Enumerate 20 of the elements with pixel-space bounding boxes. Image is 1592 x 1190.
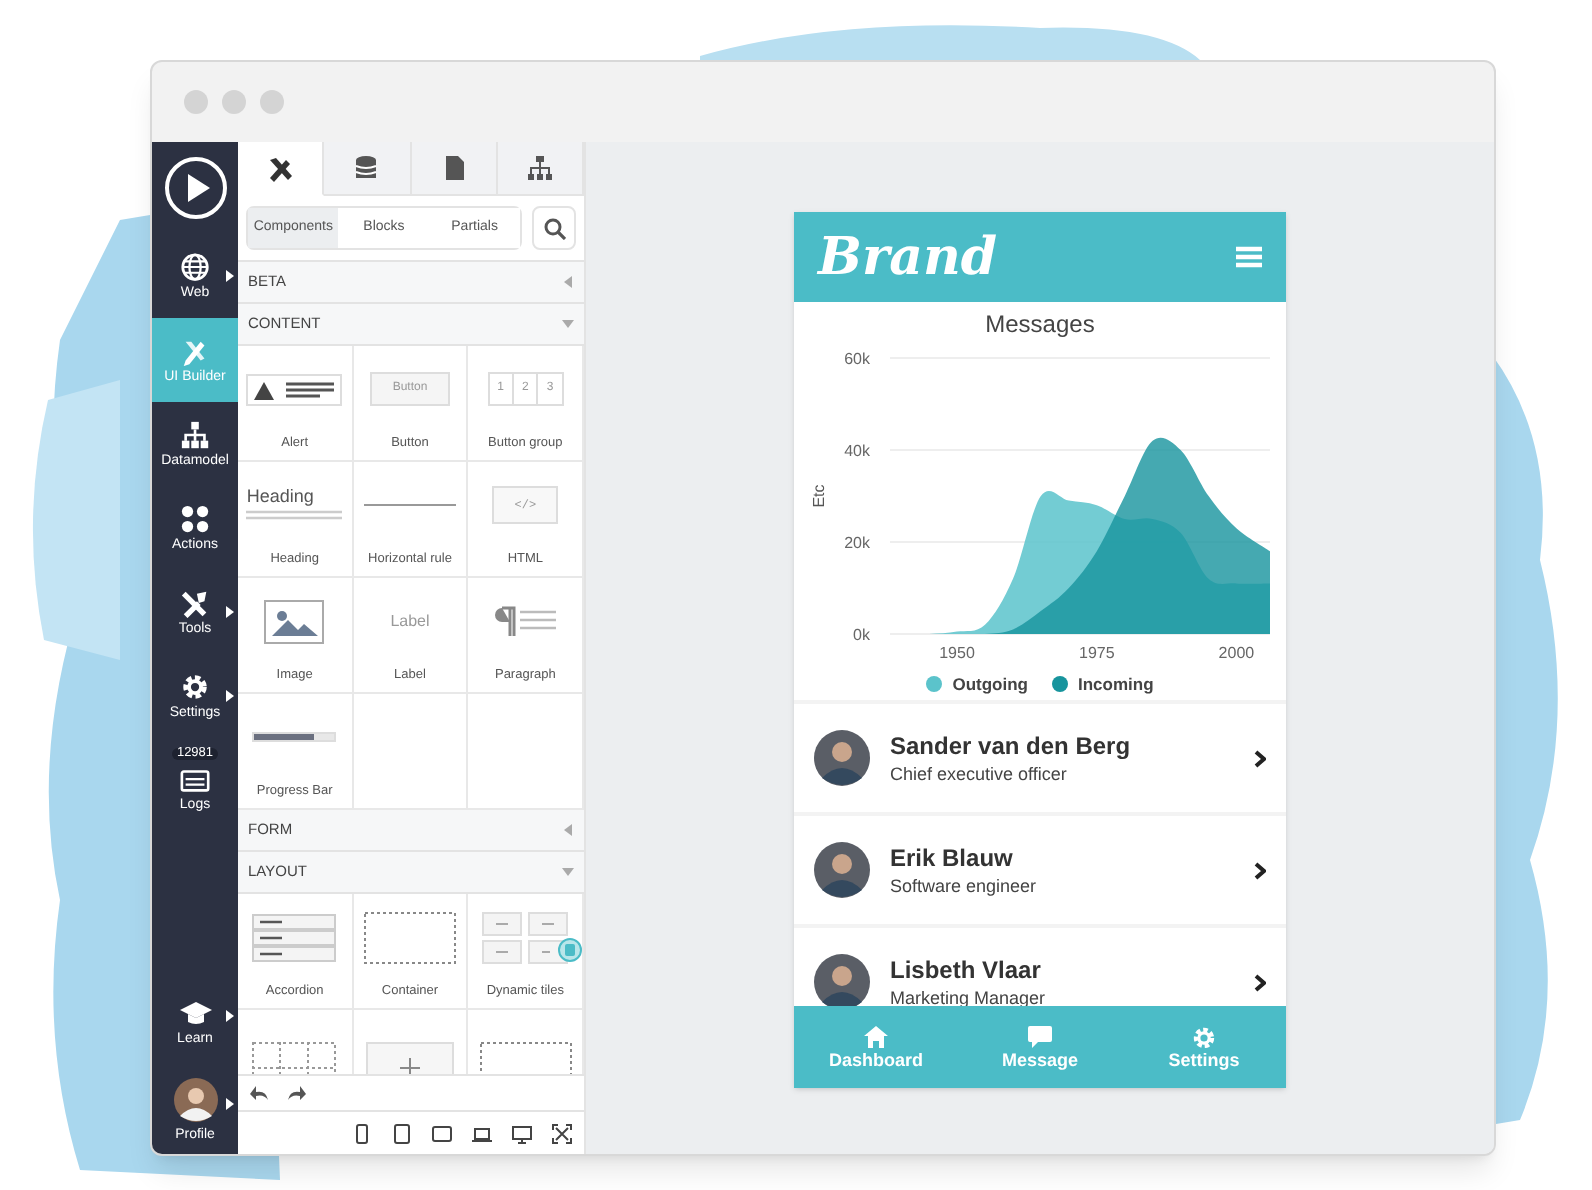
contact-name: Lisbeth Vlaar — [890, 955, 1043, 985]
contact-name: Erik Blauw — [890, 843, 1015, 873]
contact-role: Marketing Manager — [890, 985, 1048, 1006]
contact-role: Chief executive officer — [890, 761, 1069, 785]
legend-label: Incoming — [1077, 671, 1154, 697]
axis-tick-label: 60k — [844, 350, 870, 368]
axis-tick-label: 1950 — [939, 644, 975, 662]
heading-preview: Heading — [246, 487, 314, 506]
axis-tick-label: 20k — [844, 534, 870, 552]
legend-label: Outgoing — [952, 671, 1028, 697]
brand-logo: Brand — [818, 231, 998, 283]
contact-role: Software engineer — [890, 873, 1039, 897]
axis-tick-label: 2000 — [1218, 644, 1255, 662]
axis-tick-label: 1975 — [1079, 644, 1115, 662]
contact-name: Sander van den Berg — [890, 731, 1133, 761]
chart-title: Messages — [983, 308, 1097, 340]
label-preview: Label — [390, 609, 430, 634]
axis-tick-label: 40k — [844, 442, 870, 460]
axis-label: Etc — [810, 484, 828, 508]
axis-tick-label: 0k — [853, 626, 870, 644]
